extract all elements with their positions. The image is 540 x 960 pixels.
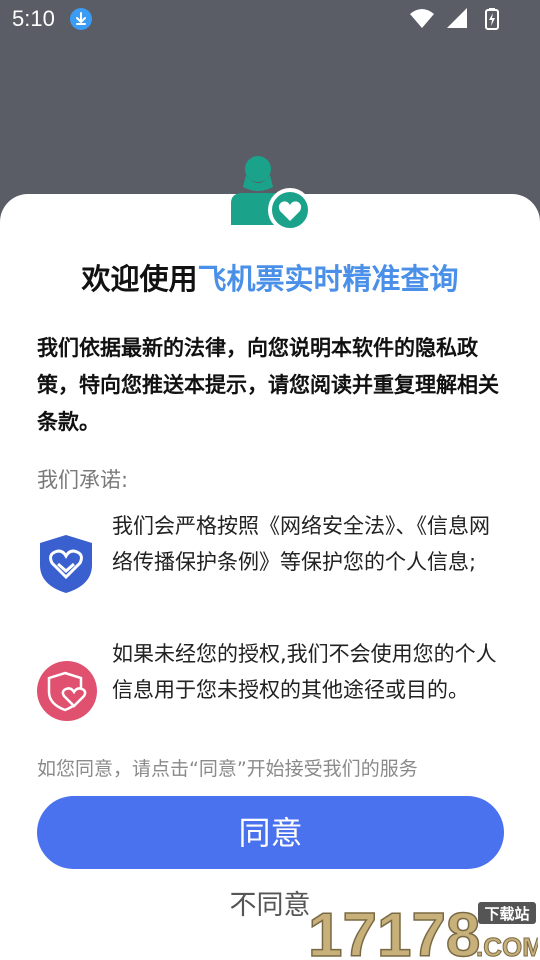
status-time: 5:10	[12, 6, 55, 31]
watermark-suffix: .COM	[476, 932, 538, 960]
battery-icon	[485, 8, 499, 30]
watermark-number: 17178	[308, 901, 480, 960]
user-heart-icon	[231, 156, 311, 231]
consent-hint: 如您同意，请点击“同意”开始接受我们的服务	[37, 758, 418, 780]
promise-label: 我们承诺:	[37, 468, 129, 492]
shield-heart-icon	[40, 535, 92, 593]
title-prefix: 欢迎使用	[81, 262, 198, 296]
agree-button[interactable]: 同意	[37, 796, 504, 869]
heart-shield-circle-icon	[37, 661, 97, 721]
status-bar: 5:10	[0, 0, 540, 38]
signal-icon	[446, 8, 467, 28]
promise-list[interactable]: 我们会严格按照《网络安全法》、《信息网络传播保护条例》等保护您的个人信息; 如果…	[0, 500, 540, 734]
promise-item-2: 如果未经您的授权,我们不会使用您的个人信息用于您未授权的其他途径或目的。	[112, 642, 497, 702]
dialog-title: 欢迎使用飞机票实时精准查询	[0, 256, 540, 298]
download-icon	[70, 8, 92, 30]
intro-text: 我们依据最新的法律，向您说明本软件的隐私政策，特向您推送本提示，请您阅读并重复理…	[37, 336, 499, 434]
promise-item-1: 我们会严格按照《网络安全法》、《信息网络传播保护条例》等保护您的个人信息;	[112, 514, 490, 574]
wifi-icon	[409, 9, 434, 28]
watermark-site-tag: 下载站	[484, 905, 529, 923]
system-icons	[409, 8, 500, 30]
site-watermark-logo: 17178 下载站 .COM	[308, 900, 538, 960]
app-name: 飞机票实时精准查询	[197, 262, 459, 296]
